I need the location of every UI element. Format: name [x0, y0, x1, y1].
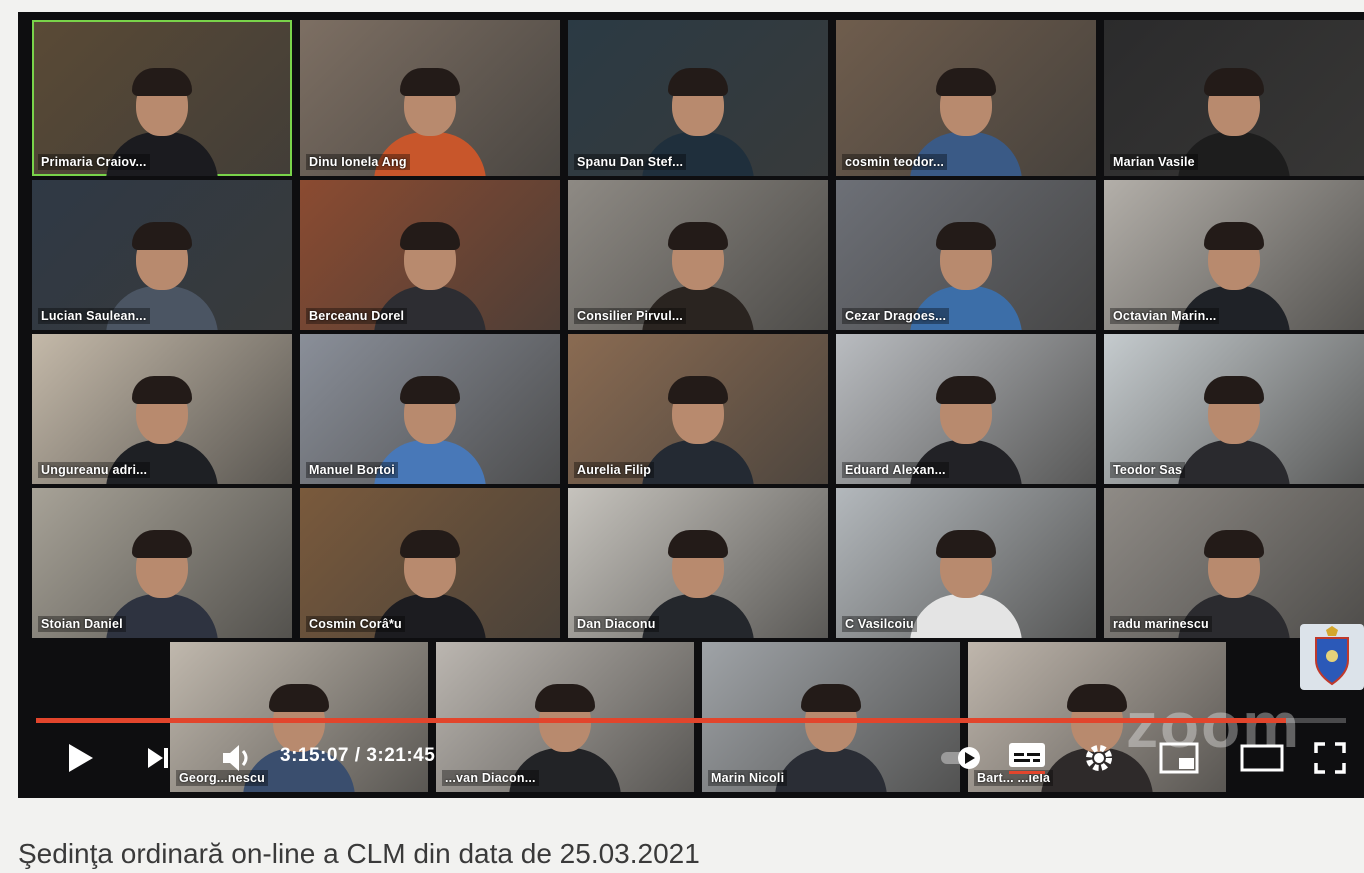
- participant-video: [1174, 374, 1294, 484]
- participant-name: Spanu Dan Stef...: [574, 154, 687, 170]
- participant-name: Manuel Bortoi: [306, 462, 398, 478]
- participant-tile: Cezar Dragoes...: [836, 180, 1096, 330]
- participant-tile: Marian Vasile: [1104, 20, 1364, 176]
- participant-name: Marin Nicoli: [708, 770, 788, 786]
- participant-name: Primaria Craiov...: [38, 154, 150, 170]
- participant-tile: Consilier Pirvul...: [568, 180, 828, 330]
- participant-tile: Berceanu Dorel: [300, 180, 560, 330]
- participant-name: Aurelia Filip: [574, 462, 655, 478]
- participant-name: Octavian Marin...: [1110, 308, 1220, 324]
- progress-bar[interactable]: [36, 718, 1346, 723]
- participant-tile: Spanu Dan Stef...: [568, 20, 828, 176]
- next-button[interactable]: [138, 738, 178, 778]
- fullscreen-button[interactable]: [1308, 738, 1352, 778]
- autoplay-icon: [941, 747, 980, 769]
- participant-name: Teodor Sas: [1110, 462, 1186, 478]
- participant-tile: Manuel Bortoi: [300, 334, 560, 484]
- participant-tile: Eduard Alexan...: [836, 334, 1096, 484]
- video-title: Şedinţa ordinară on-line a CLM din data …: [18, 838, 700, 869]
- city-crest-icon: [1300, 624, 1364, 690]
- participant-tile: Lucian Saulean...: [32, 180, 292, 330]
- participant-video: [638, 374, 758, 484]
- miniplayer-icon: [1159, 742, 1199, 774]
- participant-name: Cezar Dragoes...: [842, 308, 950, 324]
- fullscreen-icon: [1314, 742, 1346, 774]
- participant-name: Ungureanu adri...: [38, 462, 151, 478]
- participant-tile: C Vasilcoiu: [836, 488, 1096, 638]
- participant-name: Lucian Saulean...: [38, 308, 150, 324]
- participant-tile: Teodor Sas: [1104, 334, 1364, 484]
- skip-next-icon: [148, 748, 168, 768]
- miniplayer-button[interactable]: [1154, 738, 1204, 778]
- participant-name: Berceanu Dorel: [306, 308, 408, 324]
- participant-tile: radu marinescu: [1104, 488, 1364, 638]
- participant-tile: Dinu Ionela Ang: [300, 20, 560, 176]
- autoplay-toggle[interactable]: [938, 738, 994, 778]
- participant-name: Stoian Daniel: [38, 616, 126, 632]
- participant-name: ...van Diacon...: [442, 770, 539, 786]
- participant-tile: Dan Diaconu: [568, 488, 828, 638]
- volume-button[interactable]: [216, 738, 260, 778]
- subtitles-icon: [1009, 743, 1045, 774]
- video-player[interactable]: Primaria Craiov... Dinu Ionela Ang Spanu D…: [18, 12, 1364, 798]
- participant-name: Marian Vasile: [1110, 154, 1198, 170]
- participant-tile: Stoian Daniel: [32, 488, 292, 638]
- participant-tile: Ungureanu adri...: [32, 334, 292, 484]
- participant-name: Eduard Alexan...: [842, 462, 949, 478]
- theater-mode-button[interactable]: [1236, 738, 1288, 778]
- participant-tile: Octavian Marin...: [1104, 180, 1364, 330]
- volume-icon: [223, 745, 248, 771]
- participant-tile: Georg...nescu: [170, 642, 428, 792]
- theater-mode-icon: [1240, 744, 1284, 772]
- play-button[interactable]: [58, 738, 102, 778]
- progress-fill: [36, 718, 1286, 723]
- participant-name: radu marinescu: [1110, 616, 1212, 632]
- gear-icon: [1086, 745, 1112, 771]
- participant-video: [906, 528, 1026, 638]
- participant-name: Dan Diaconu: [574, 616, 659, 632]
- participant-tile: Marin Nicoli: [702, 642, 960, 792]
- participant-name: cosmin teodor...: [842, 154, 948, 170]
- participant-name: Consilier Pirvul...: [574, 308, 686, 324]
- participant-tile: cosmin teodor...: [836, 20, 1096, 176]
- participant-tile: Primaria Craiov...: [32, 20, 292, 176]
- participant-name: C Vasilcoiu: [842, 616, 917, 632]
- participant-tile: Cosmin Corâ*u: [300, 488, 560, 638]
- participant-name: Dinu Ionela Ang: [306, 154, 410, 170]
- participant-tile: Aurelia Filip: [568, 334, 828, 484]
- participant-video: [771, 682, 891, 792]
- play-icon: [69, 744, 93, 772]
- participant-tile: ...van Diacon...: [436, 642, 694, 792]
- subtitles-button[interactable]: [1004, 738, 1050, 778]
- time-display: 3:15:07 / 3:21:45: [280, 745, 436, 766]
- participant-name: Cosmin Corâ*u: [306, 616, 405, 632]
- settings-button[interactable]: [1078, 738, 1120, 778]
